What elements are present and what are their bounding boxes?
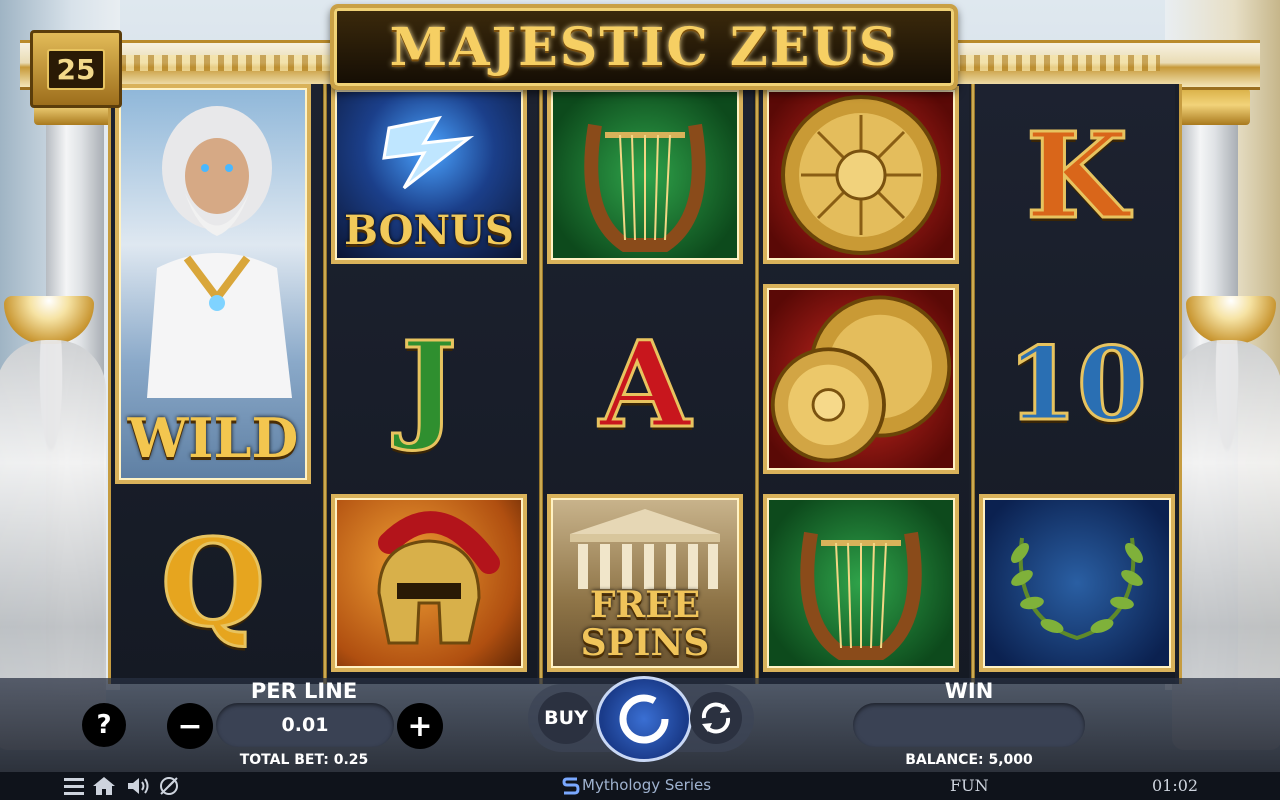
per-line-value: 0.01 — [216, 703, 394, 747]
bet-minus-button[interactable]: − — [167, 703, 213, 749]
spin-icon — [619, 694, 669, 744]
lyre-icon — [584, 123, 706, 252]
game-title: MAJESTIC ZEUS — [389, 16, 899, 78]
series-label: Mythology Series — [582, 776, 712, 794]
symbol-card-10: 10 — [979, 284, 1175, 484]
symbol-zeus-wild: WILD — [115, 84, 311, 484]
card-j-label: J — [400, 313, 459, 455]
symbol-bonus: BONUS — [331, 86, 527, 264]
bet-plus-button[interactable]: + — [397, 703, 443, 749]
per-line-label: PER LINE — [250, 679, 358, 703]
lyre-icon — [800, 531, 922, 660]
bonus-label: BONUS — [344, 207, 514, 254]
symbol-card-q: Q — [115, 494, 311, 672]
balance: BALANCE: 5,000 — [905, 752, 1033, 768]
wild-label: WILD — [127, 406, 299, 470]
turbo-icon[interactable] — [158, 776, 180, 796]
reel-4 — [759, 84, 969, 684]
temple-icon — [570, 509, 720, 589]
card-10-label: 10 — [1006, 324, 1148, 445]
game-title-plaque: MAJESTIC ZEUS — [330, 4, 958, 90]
symbol-laurel-wreath — [979, 494, 1175, 672]
help-button[interactable]: ? — [82, 703, 126, 747]
laurel-icon — [1011, 537, 1143, 641]
symbol-lyre — [763, 494, 959, 672]
reel-2: BONUS J — [327, 84, 537, 684]
reel-area: WILD Q BONUS J A FREE SPINS K 10 — [108, 84, 1182, 684]
symbol-spartan-helmet — [331, 494, 527, 672]
autoplay-icon — [701, 702, 731, 734]
home-icon[interactable] — [92, 776, 116, 796]
zeus-icon — [147, 106, 292, 398]
autoplay-button[interactable] — [690, 692, 742, 744]
symbol-card-a: A — [547, 284, 743, 484]
card-q-label: Q — [159, 511, 267, 655]
spin-button[interactable] — [596, 676, 692, 762]
helmet-icon — [377, 511, 500, 645]
win-label: WIN — [944, 679, 994, 703]
lightning-icon — [382, 115, 475, 190]
menu-icon[interactable] — [64, 778, 84, 795]
symbol-card-j: J — [331, 284, 527, 484]
lines-badge: 25 — [30, 30, 122, 108]
provider-logo-icon — [562, 777, 580, 795]
double-shield-icon — [770, 295, 952, 463]
total-bet: TOTAL BET: 0.25 — [239, 752, 369, 768]
reel-3: A FREE SPINS — [543, 84, 753, 684]
reel-5: K 10 — [975, 84, 1175, 684]
free-spins-label: FREE SPINS — [580, 584, 710, 664]
clock: 01:02 — [1152, 776, 1199, 795]
reel-1: WILD Q — [111, 84, 321, 684]
card-a-label: A — [598, 313, 693, 455]
sound-icon[interactable] — [126, 776, 152, 796]
symbol-lyre — [547, 86, 743, 264]
symbol-free-spins: FREE SPINS — [547, 494, 743, 672]
symbol-double-shield — [763, 284, 959, 474]
mode-label: FUN — [950, 776, 989, 795]
win-value — [853, 703, 1085, 747]
buy-button[interactable]: BUY — [538, 692, 594, 744]
symbol-card-k: K — [979, 86, 1175, 264]
symbol-shield — [763, 86, 959, 264]
shield-icon — [781, 95, 941, 255]
card-k-label: K — [1024, 104, 1130, 246]
lines-count: 25 — [46, 48, 106, 90]
